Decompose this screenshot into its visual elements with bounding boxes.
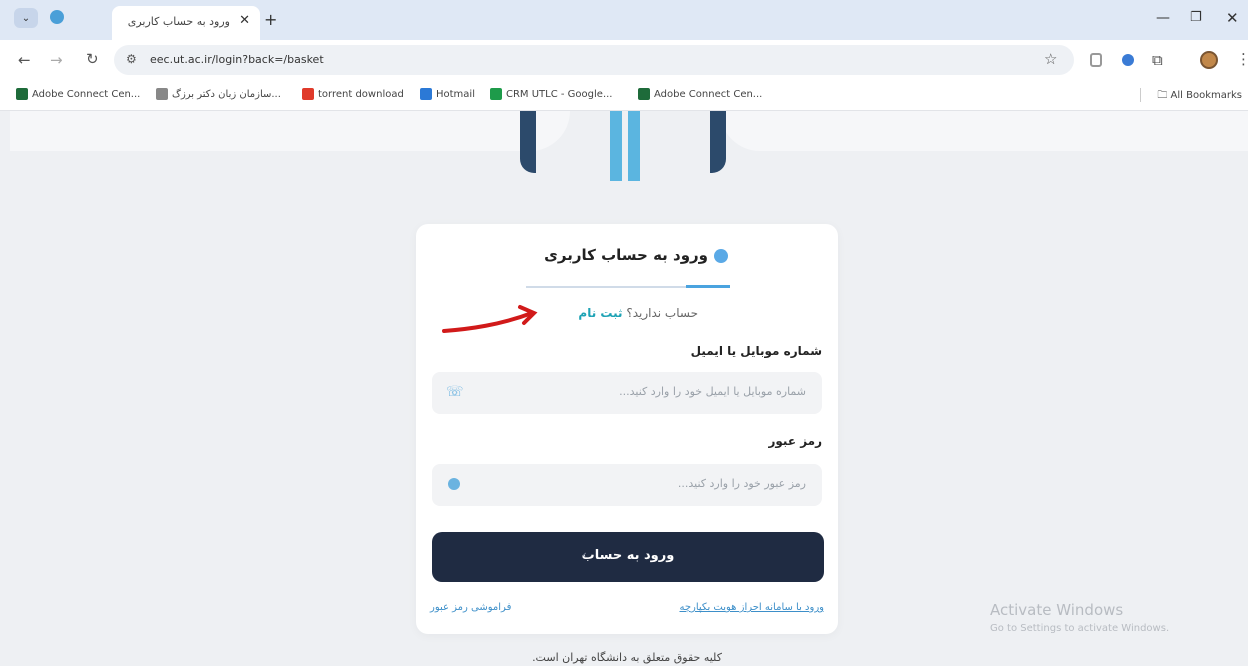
bookmark-icon	[638, 88, 650, 100]
toolbar: ← → ↻ ⚙ eec.ut.ac.ir/login?back=/basket …	[0, 40, 1248, 80]
bookmark-icon	[156, 88, 168, 100]
lock-icon	[448, 478, 460, 490]
arrow-left-icon: ‹	[582, 548, 587, 562]
bookmark-icon	[420, 88, 432, 100]
mobile-placeholder: شماره موبایل یا ایمیل خود را وارد کنید..…	[619, 385, 806, 398]
forward-icon[interactable]: →	[50, 51, 63, 69]
phone-icon: ☏	[446, 384, 464, 400]
pinned-tab-icon[interactable]	[50, 10, 64, 24]
address-bar[interactable]: ⚙ eec.ut.ac.ir/login?back=/basket ☆	[114, 45, 1074, 75]
login-button[interactable]: ورود به حساب ‹	[432, 532, 824, 582]
extensions-puzzle-icon[interactable]: ⧉	[1152, 51, 1163, 69]
mobile-input[interactable]: شماره موبایل یا ایمیل خود را وارد کنید..…	[432, 372, 822, 414]
minimize-icon[interactable]: —	[1156, 10, 1170, 26]
copyright-text: کلیه حقوق متعلق به دانشگاه تهران است.	[532, 651, 722, 664]
password-input[interactable]: رمز عبور خود را وارد کنید...	[432, 464, 822, 506]
bookmark-item[interactable]: Adobe Connect Cen...	[16, 88, 140, 100]
reload-icon[interactable]: ↻	[86, 50, 99, 68]
tab-search-button[interactable]: ⌄	[14, 8, 38, 28]
title-divider-accent	[686, 285, 730, 288]
password-placeholder: رمز عبور خود را وارد کنید...	[677, 477, 806, 490]
active-tab[interactable]: ورود به حساب کاربری ✕	[112, 6, 260, 40]
activate-windows-watermark: Activate Windows Go to Settings to activ…	[990, 601, 1170, 634]
password-label: رمز عبور	[768, 434, 822, 448]
bookmark-icon	[16, 88, 28, 100]
bookmarks-bar: Adobe Connect Cen... سازمان زبان دکتر بر…	[0, 80, 1248, 111]
login-card: ورود به حساب کاربری حساب ندارید؟ ثبت نام…	[416, 224, 838, 634]
bookmark-item[interactable]: CRM UTLC - Google...	[490, 88, 612, 100]
logo-shape	[710, 111, 726, 173]
bookmark-item[interactable]: torrent download	[302, 88, 404, 100]
site-info-icon[interactable]: ⚙	[126, 52, 137, 66]
mobile-label: شماره موبایل یا ایمیل	[690, 344, 822, 358]
all-bookmarks[interactable]: 🗀 All Bookmarks	[1157, 88, 1242, 105]
forgot-password-link[interactable]: فراموشی رمز عبور	[430, 602, 511, 613]
page-content: ورود به حساب کاربری حساب ندارید؟ ثبت نام…	[0, 111, 1248, 666]
browser-tab-strip: ⌄ ورود به حساب کاربری ✕ + — ❐ ✕	[0, 0, 1248, 40]
hero-decoration	[10, 111, 570, 151]
menu-icon[interactable]: ⋮	[1236, 50, 1248, 68]
new-tab-icon[interactable]: +	[264, 10, 277, 29]
sso-login-link[interactable]: ورود با سامانه احراز هویت یکپارچه	[679, 602, 824, 613]
tab-title: ورود به حساب کاربری	[127, 15, 230, 28]
bookmark-item[interactable]: Adobe Connect Cen...	[638, 88, 762, 100]
extension-icon[interactable]	[1090, 53, 1102, 67]
logo-shape	[520, 111, 536, 173]
window-close-icon[interactable]: ✕	[1226, 9, 1239, 27]
user-icon	[714, 249, 728, 263]
annotation-arrow	[442, 305, 538, 333]
back-icon[interactable]: ←	[18, 51, 31, 69]
bookmark-icon	[302, 88, 314, 100]
tab-close-icon[interactable]: ✕	[239, 13, 250, 28]
maximize-icon[interactable]: ❐	[1190, 10, 1202, 25]
extension-icon[interactable]	[1122, 54, 1134, 66]
bookmark-icon	[490, 88, 502, 100]
page-title: ورود به حساب کاربری	[544, 246, 708, 264]
bookmark-star-icon[interactable]: ☆	[1044, 50, 1057, 68]
signup-link[interactable]: ثبت نام	[578, 306, 622, 320]
signup-prompt: حساب ندارید؟ ثبت نام	[578, 306, 698, 320]
bookmark-item[interactable]: سازمان زبان دکتر برزگ...	[156, 88, 281, 100]
hero-decoration	[720, 111, 1248, 151]
login-button-label: ورود به حساب	[581, 548, 675, 563]
url-text[interactable]: eec.ut.ac.ir/login?back=/basket	[150, 53, 324, 66]
bookmark-separator	[1140, 88, 1141, 102]
logo-shape	[628, 111, 640, 181]
logo-shape	[610, 111, 622, 181]
bookmark-item[interactable]: Hotmail	[420, 88, 475, 100]
profile-avatar[interactable]	[1200, 51, 1218, 69]
